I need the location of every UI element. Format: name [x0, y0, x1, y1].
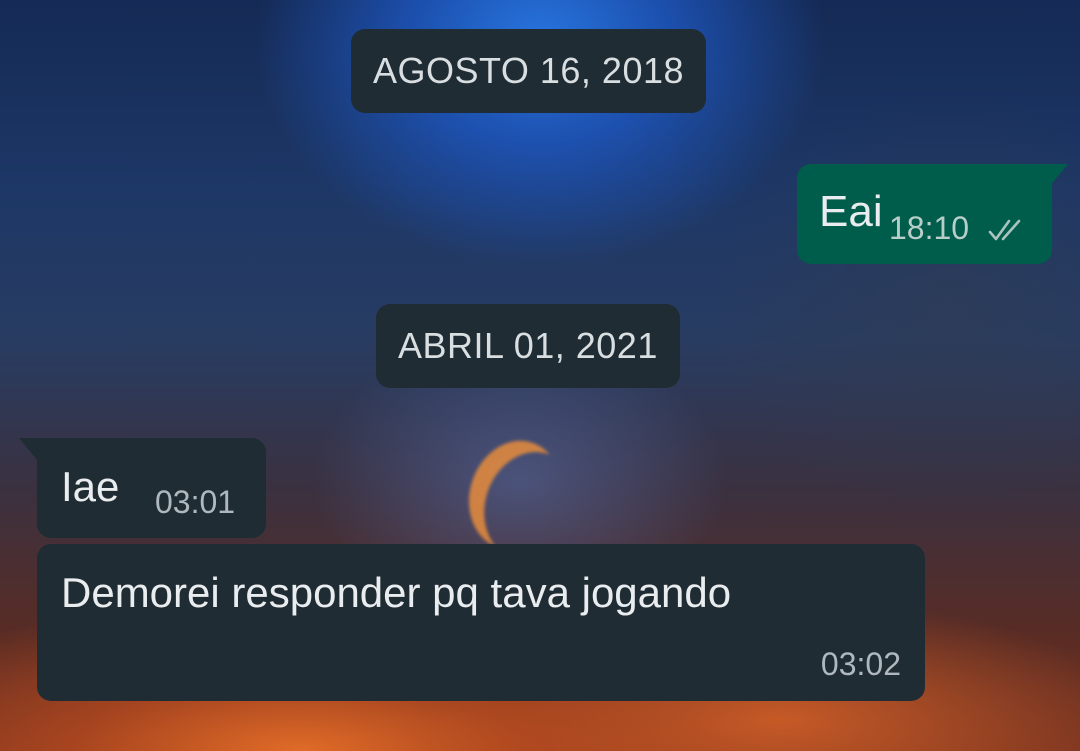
incoming-message[interactable]: Demorei responder pq tava jogando 03:02 — [37, 544, 925, 701]
incoming-message[interactable]: Iae 03:01 — [19, 438, 266, 538]
message-time: 03:01 — [155, 484, 236, 520]
wallpaper-crescent — [455, 429, 575, 561]
message-time: 03:02 — [820, 646, 901, 682]
message-text: Eai — [819, 187, 883, 236]
message-time: 18:10 — [889, 210, 970, 246]
date-separator: ABRIL 01, 2021 — [376, 304, 680, 388]
outgoing-message[interactable]: Eai 18:10 — [797, 164, 1068, 264]
double-check-icon — [988, 219, 1021, 241]
message-text: Demorei responder pq tava jogando — [61, 569, 732, 616]
message-text: Iae — [61, 463, 120, 510]
date-separator: AGOSTO 16, 2018 — [351, 29, 707, 113]
